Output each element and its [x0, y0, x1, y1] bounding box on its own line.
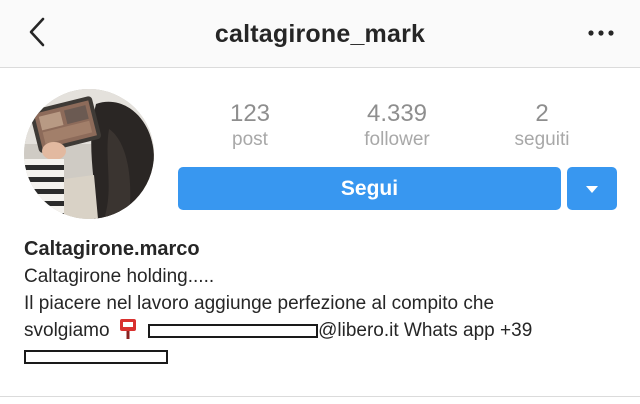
profile-username-title: caltagirone_mark — [214, 19, 426, 48]
mailbox-icon — [119, 319, 136, 339]
follow-button[interactable]: Segui — [178, 167, 561, 210]
stat-followers-value: 4.339 — [366, 100, 428, 127]
more-options-button[interactable] — [584, 22, 618, 44]
stat-followers-label: follower — [364, 129, 430, 150]
back-button[interactable] — [22, 14, 52, 50]
divider — [0, 396, 640, 397]
profile-stats: 123 post 4.339 follower 2 seguiti — [178, 100, 614, 156]
redaction-mark-phone — [24, 350, 168, 364]
profile-avatar[interactable] — [24, 89, 154, 219]
bio-email-suffix: @libero.it Whats app +39 — [318, 320, 533, 341]
bio-line-1: Caltagirone holding..... — [24, 266, 215, 287]
profile-bio: Caltagirone.marco Caltagirone holding...… — [24, 236, 624, 371]
top-navigation-bar: caltagirone_mark — [0, 0, 640, 68]
bio-line-3: svolgiamo @libero.it Whats app +39 — [24, 317, 624, 344]
stat-followers[interactable]: 4.339 follower — [332, 100, 462, 152]
bio-line-3-prefix: svolgiamo — [24, 320, 110, 341]
more-horizontal-icon — [588, 30, 614, 36]
stat-posts-value: 123 — [229, 100, 271, 127]
stat-following-label: seguiti — [514, 129, 570, 150]
profile-full-name: Caltagirone.marco — [24, 238, 200, 260]
caret-down-icon — [586, 185, 598, 193]
redaction-mark — [148, 323, 319, 338]
stat-following-value: 2 — [535, 100, 549, 127]
stat-posts-label: post — [232, 129, 268, 150]
bio-line-4 — [24, 344, 624, 371]
bio-line-2: Il piacere nel lavoro aggiunge perfezion… — [24, 293, 495, 314]
stat-posts[interactable]: 123 post — [185, 100, 315, 152]
suggestions-dropdown-button[interactable] — [567, 167, 617, 210]
chevron-left-icon — [29, 17, 45, 47]
stat-following[interactable]: 2 seguiti — [477, 100, 607, 152]
profile-photo — [24, 89, 154, 219]
